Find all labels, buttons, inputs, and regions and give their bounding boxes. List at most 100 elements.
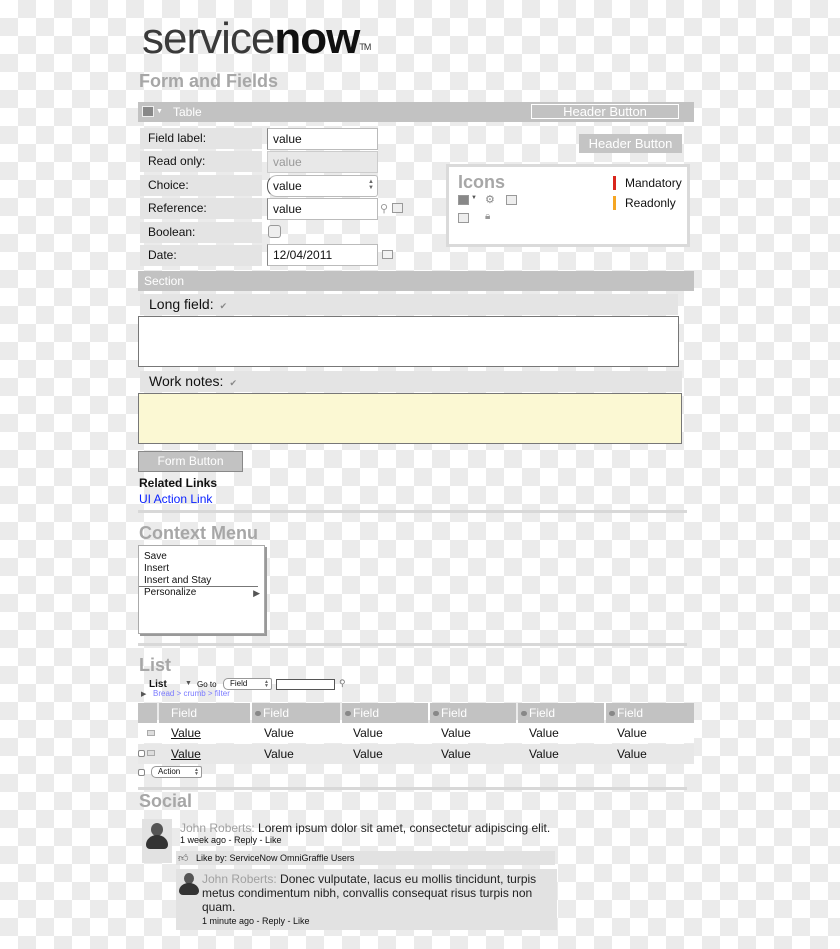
divider — [138, 510, 687, 513]
record-info-icon[interactable] — [147, 730, 155, 736]
user-icon — [179, 873, 199, 895]
context-menu-heading: Context Menu — [139, 523, 258, 543]
column-header-label: Field — [171, 706, 198, 720]
reply-comment: John Roberts: Donec vulputate, lacus eu … — [176, 869, 557, 930]
column-header[interactable]: Field — [430, 703, 516, 723]
form-button[interactable]: Form Button — [138, 451, 243, 472]
column-header[interactable]: Field — [252, 703, 340, 723]
caret-down-icon: ▼ — [471, 195, 477, 201]
record-info-icon[interactable] — [147, 750, 155, 756]
expand-arrow-icon[interactable]: ▶ — [141, 690, 146, 698]
form-and-fields-heading: Form and Fields — [139, 71, 279, 91]
column-header[interactable]: Field — [159, 703, 250, 723]
work-notes-label: Work notes: ✔ — [140, 371, 682, 392]
column-header[interactable]: Field — [342, 703, 428, 723]
choice-select[interactable]: value ▲ ▼ — [267, 175, 378, 197]
boolean-checkbox[interactable] — [268, 225, 281, 238]
search-icon[interactable]: ⚲ — [339, 678, 346, 689]
column-header-label: Field — [263, 706, 290, 720]
lock-icon: 🔒︎ — [485, 211, 491, 222]
calendar-icon[interactable] — [382, 250, 393, 259]
column-header[interactable]: Field — [518, 703, 604, 723]
likes-text: Like by: ServiceNow OmniGraffle Users — [196, 853, 355, 863]
column-header-label: Field — [441, 706, 468, 720]
header-button[interactable]: Header Button — [531, 104, 679, 119]
table-cell: Value — [529, 726, 559, 740]
list-header-select-col — [138, 703, 157, 723]
work-notes-textarea[interactable] — [138, 393, 682, 444]
social-heading: Social — [139, 791, 193, 811]
long-field-textarea[interactable] — [138, 316, 679, 367]
menu-item-personalize-label: Personalize — [144, 587, 197, 598]
column-header-label: Field — [617, 706, 644, 720]
menu-item-insert[interactable]: Insert — [139, 563, 264, 575]
logo-text-service: service — [142, 14, 275, 63]
field-label-label: Field label: — [140, 128, 262, 149]
column-header[interactable]: Field — [606, 703, 694, 723]
read-only-input: value — [267, 151, 378, 173]
mandatory-indicator — [613, 176, 616, 190]
breadcrumb[interactable]: Bread > crumb > filter — [153, 689, 230, 698]
goto-label: Go to — [197, 680, 217, 689]
reference-input[interactable]: value — [267, 198, 378, 220]
choice-value: value — [273, 179, 302, 193]
select-arrows-icon: ▲ ▼ — [264, 679, 269, 689]
table-cell: Value — [617, 726, 647, 740]
date-label: Date: — [140, 245, 262, 266]
caret-down-icon[interactable]: ▼ — [156, 108, 163, 115]
column-menu-icon[interactable] — [609, 711, 615, 717]
table-cell: Value — [353, 726, 383, 740]
icons-legend-panel: Icons ▼ ⚙ 🔒︎ Mandatory Readonly — [446, 164, 690, 247]
table-cell-link[interactable]: Value — [171, 723, 201, 743]
select-arrows-icon: ▲ ▼ — [368, 179, 374, 191]
ui-action-link[interactable]: UI Action Link — [139, 492, 212, 506]
date-input[interactable]: 12/04/2011 — [267, 244, 378, 266]
post-meta[interactable]: 1 week ago - Reply - Like — [180, 835, 282, 845]
column-menu-icon[interactable] — [255, 711, 261, 717]
column-header-label: Field — [529, 706, 556, 720]
divider — [138, 643, 687, 646]
column-menu-icon[interactable] — [345, 711, 351, 717]
column-menu-icon[interactable] — [521, 711, 527, 717]
table-cell: Value — [617, 747, 647, 761]
row-checkbox[interactable] — [138, 750, 145, 757]
table-cell: Value — [264, 747, 294, 761]
thumbs-up-icon[interactable]: 👍︎ — [178, 852, 188, 866]
user-icon — [145, 823, 169, 849]
likes-bar: 👍︎ Like by: ServiceNow OmniGraffle Users — [176, 851, 555, 865]
post-author[interactable]: John Roberts: — [180, 821, 255, 835]
reply-meta[interactable]: 1 minute ago - Reply - Like — [202, 916, 310, 926]
table-cell-link[interactable]: Value — [171, 744, 201, 764]
caret-down-icon[interactable]: ▼ — [185, 680, 192, 687]
reference-info-icon — [506, 195, 517, 205]
list-heading: List — [139, 655, 172, 675]
spell-check-icon[interactable]: ✔ — [229, 373, 237, 394]
context-menu-icon — [458, 195, 469, 205]
icons-title: Icons — [458, 172, 506, 192]
avatar[interactable] — [142, 819, 172, 863]
calendar-icon — [458, 213, 469, 223]
context-menu-icon[interactable] — [142, 106, 154, 117]
select-arrows-icon: ▲ ▼ — [194, 767, 199, 777]
table-cell: Value — [441, 726, 471, 740]
action-select[interactable]: Action ▲ ▼ — [151, 766, 202, 778]
long-field-label-text: Long field: — [149, 296, 214, 312]
search-icon[interactable]: ⚲ — [380, 202, 388, 215]
reply-author[interactable]: John Roberts: — [202, 872, 277, 886]
spell-check-icon[interactable]: ✔ — [220, 296, 228, 317]
menu-item-personalize[interactable]: Personalize ▶ — [139, 587, 264, 599]
reference-info-icon[interactable] — [392, 203, 403, 213]
header-button-secondary[interactable]: Header Button — [579, 134, 682, 153]
select-all-checkbox[interactable] — [138, 769, 145, 776]
menu-item-insert-and-stay[interactable]: Insert and Stay — [139, 575, 258, 587]
goto-field-select[interactable]: Field ▲ ▼ — [223, 678, 272, 690]
mandatory-legend: Mandatory — [625, 176, 682, 190]
field-label-input[interactable]: value — [267, 128, 378, 150]
readonly-indicator — [613, 196, 616, 210]
work-notes-label-text: Work notes: — [149, 373, 224, 389]
menu-item-save[interactable]: Save — [139, 551, 264, 563]
submenu-arrow-icon: ▶ — [253, 588, 260, 598]
column-menu-icon[interactable] — [433, 711, 439, 717]
logo-text-now: now — [274, 14, 360, 63]
goto-search-input[interactable] — [276, 679, 335, 690]
